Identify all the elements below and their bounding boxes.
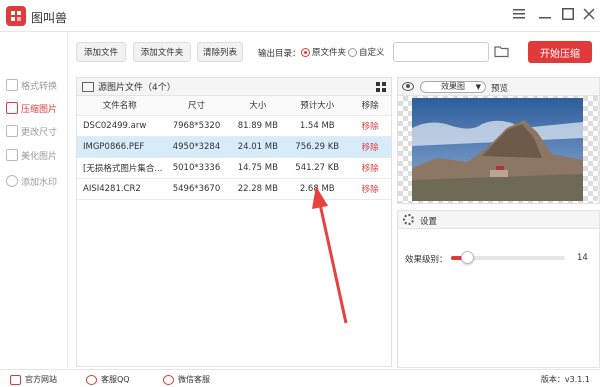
grid-view-icon[interactable] xyxy=(376,82,386,92)
column-header-dimensions: 尺寸 xyxy=(162,96,231,116)
settings-header: 设置 xyxy=(398,211,599,229)
chevron-down-icon: ▼ xyxy=(475,83,481,91)
cell-size: 22.28 MB xyxy=(230,178,286,200)
cell-name: DSC02499.arw xyxy=(77,115,163,137)
file-panel-header: 源图片文件（4个） xyxy=(77,78,391,96)
column-header-estimated: 预计大小 xyxy=(285,96,350,116)
cell-name: IMGP0866.PEF xyxy=(77,136,163,158)
toolbar: 添加文件 添加文件夹 清除列表 输出目录： 原文件夹 自定义 开始压缩 xyxy=(70,38,600,68)
official-website-link[interactable]: 官方网站 xyxy=(10,374,57,385)
file-table: 文件名称 尺寸 大小 预计大小 移除 DSC02499.arw 7968*532… xyxy=(77,96,391,200)
remove-link[interactable]: 移除 xyxy=(349,115,391,137)
sidebar-item-format-convert[interactable]: 格式转换 xyxy=(6,76,57,94)
cell-dimensions: 5010*3336 xyxy=(162,157,231,179)
cell-size: 14.75 MB xyxy=(230,157,286,179)
effect-level-value: 14 xyxy=(577,253,588,263)
maximize-icon[interactable] xyxy=(557,4,579,24)
close-icon[interactable] xyxy=(578,4,600,24)
preview-image xyxy=(412,98,583,201)
effect-select[interactable]: 效果图 ▼ xyxy=(420,81,486,93)
compress-icon xyxy=(6,102,18,114)
column-header-size: 大小 xyxy=(230,96,286,116)
remove-link[interactable]: 移除 xyxy=(349,136,391,158)
cell-name: AISI4281.CR2 xyxy=(77,178,163,200)
image-icon xyxy=(82,81,94,92)
remove-link[interactable]: 移除 xyxy=(349,178,391,200)
preview-label: 预览 xyxy=(491,84,509,94)
clear-list-button[interactable]: 清除列表 xyxy=(197,42,243,62)
cell-name: [无损格式图片集合... xyxy=(77,157,163,179)
gear-icon xyxy=(403,214,414,225)
radio-checked-icon xyxy=(301,47,310,57)
output-path-input[interactable] xyxy=(393,42,489,62)
preview-header: 效果图 ▼ 预览 xyxy=(398,78,599,96)
cell-estimated: 756.29 KB xyxy=(285,136,350,158)
start-compress-button[interactable]: 开始压缩 xyxy=(528,41,592,63)
column-header-name: 文件名称 xyxy=(77,96,163,116)
minimize-icon[interactable] xyxy=(534,4,556,24)
radio-custom-folder[interactable]: 自定义 xyxy=(348,46,385,58)
app-logo-icon xyxy=(6,6,26,26)
cell-dimensions: 4950*3284 xyxy=(162,136,231,158)
watermark-icon xyxy=(6,175,18,187)
sidebar-item-label: 添加水印 xyxy=(21,177,58,188)
qq-support-link[interactable]: 客服QQ xyxy=(86,374,130,385)
sidebar: 格式转换 压缩图片 更改尺寸 美化图片 添加水印 xyxy=(0,32,68,369)
eye-icon[interactable] xyxy=(402,82,414,91)
table-row[interactable]: AISI4281.CR2 5496*3670 22.28 MB 2.68 MB … xyxy=(77,178,391,200)
qq-icon xyxy=(86,374,97,385)
sidebar-item-watermark[interactable]: 添加水印 xyxy=(6,172,57,190)
preview-canvas xyxy=(398,96,599,203)
file-panel-title: 源图片文件（4个） xyxy=(98,83,176,93)
wechat-icon xyxy=(163,374,174,385)
add-folder-button[interactable]: 添加文件夹 xyxy=(133,42,191,62)
radio-unchecked-icon xyxy=(348,47,357,57)
table-row[interactable]: DSC02499.arw 7968*5320 81.89 MB 1.54 MB … xyxy=(77,115,391,137)
cell-estimated: 1.54 MB xyxy=(285,115,350,137)
sidebar-item-label: 压缩图片 xyxy=(21,104,58,115)
table-row[interactable]: [无损格式图片集合... 5010*3336 14.75 MB 541.27 K… xyxy=(77,157,391,179)
monitor-icon xyxy=(10,374,21,385)
cell-size: 24.01 MB xyxy=(230,136,286,158)
table-row[interactable]: IMGP0866.PEF 4950*3284 24.01 MB 756.29 K… xyxy=(77,136,391,158)
version-label: 版本：v3.1.1 xyxy=(540,375,590,384)
output-dir-label: 输出目录： xyxy=(258,49,301,59)
preview-panel: 效果图 ▼ 预览 xyxy=(397,77,600,204)
cell-dimensions: 7968*5320 xyxy=(162,115,231,137)
cell-estimated: 2.68 MB xyxy=(285,178,350,200)
sidebar-item-label: 格式转换 xyxy=(21,81,58,92)
source-file-panel: 源图片文件（4个） 文件名称 尺寸 大小 预计大小 移除 DSC02499.ar… xyxy=(76,77,392,367)
menu-icon[interactable] xyxy=(508,4,530,24)
sidebar-item-resize[interactable]: 更改尺寸 xyxy=(6,122,57,140)
add-file-button[interactable]: 添加文件 xyxy=(76,42,126,62)
cell-estimated: 541.27 KB xyxy=(285,157,350,179)
slider-thumb[interactable] xyxy=(461,251,474,264)
folder-icon[interactable] xyxy=(494,45,510,58)
beautify-icon xyxy=(6,149,18,161)
effect-level-label: 效果级别： xyxy=(405,255,448,265)
sidebar-item-label: 美化图片 xyxy=(21,151,58,162)
format-convert-icon xyxy=(6,79,18,91)
wechat-support-link[interactable]: 微信客服 xyxy=(163,374,210,385)
footer: 官方网站 客服QQ 微信客服 版本：v3.1.1 xyxy=(0,369,600,387)
title-bar: 图叫兽 xyxy=(0,0,600,32)
app-title: 图叫兽 xyxy=(31,11,68,25)
remove-link[interactable]: 移除 xyxy=(349,157,391,179)
sidebar-item-label: 更改尺寸 xyxy=(21,127,58,138)
sidebar-item-compress[interactable]: 压缩图片 xyxy=(6,99,57,117)
settings-title: 设置 xyxy=(420,217,438,227)
resize-icon xyxy=(6,125,18,137)
settings-panel: 设置 效果级别： 14 xyxy=(397,210,600,368)
column-header-remove: 移除 xyxy=(349,96,391,116)
cell-dimensions: 5496*3670 xyxy=(162,178,231,200)
sidebar-item-beautify[interactable]: 美化图片 xyxy=(6,146,57,164)
cell-size: 81.89 MB xyxy=(230,115,286,137)
radio-original-folder[interactable]: 原文件夹 xyxy=(301,46,346,58)
